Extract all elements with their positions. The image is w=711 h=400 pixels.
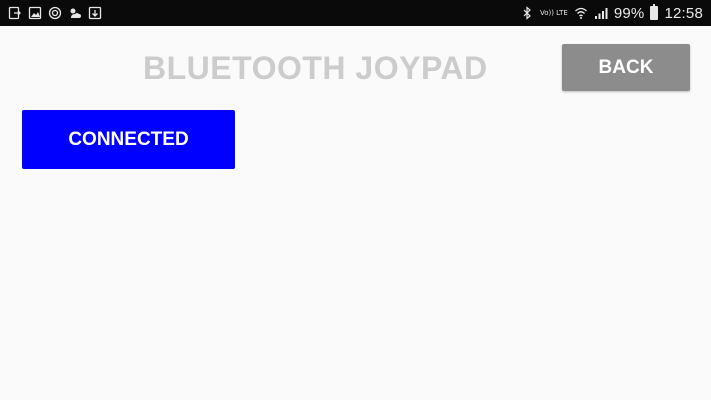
- bluetooth-icon: [520, 6, 534, 20]
- weather-icon: [68, 6, 82, 20]
- back-button[interactable]: BACK: [562, 44, 690, 91]
- page-title: BLUETOOTH JOYPAD: [143, 50, 488, 86]
- status-bar: Vo)) LTE 99% 12:58: [0, 0, 711, 26]
- volte-indicator: Vo)) LTE: [539, 8, 568, 17]
- status-bar-notifications: [8, 0, 102, 26]
- signal-icon: [594, 6, 608, 20]
- battery-percent: 99%: [613, 4, 645, 22]
- clock: 12:58: [664, 4, 703, 22]
- connection-status-button[interactable]: CONNECTED: [22, 110, 235, 169]
- wifi-icon: [574, 6, 588, 20]
- image-icon: [28, 6, 42, 20]
- status-bar-system: Vo)) LTE 99% 12:58: [520, 0, 703, 26]
- battery-icon: [650, 4, 659, 20]
- screen-mirror-icon: [8, 6, 22, 20]
- download-icon: [88, 6, 102, 20]
- sync-icon: [48, 6, 62, 20]
- battery-level: [651, 7, 658, 19]
